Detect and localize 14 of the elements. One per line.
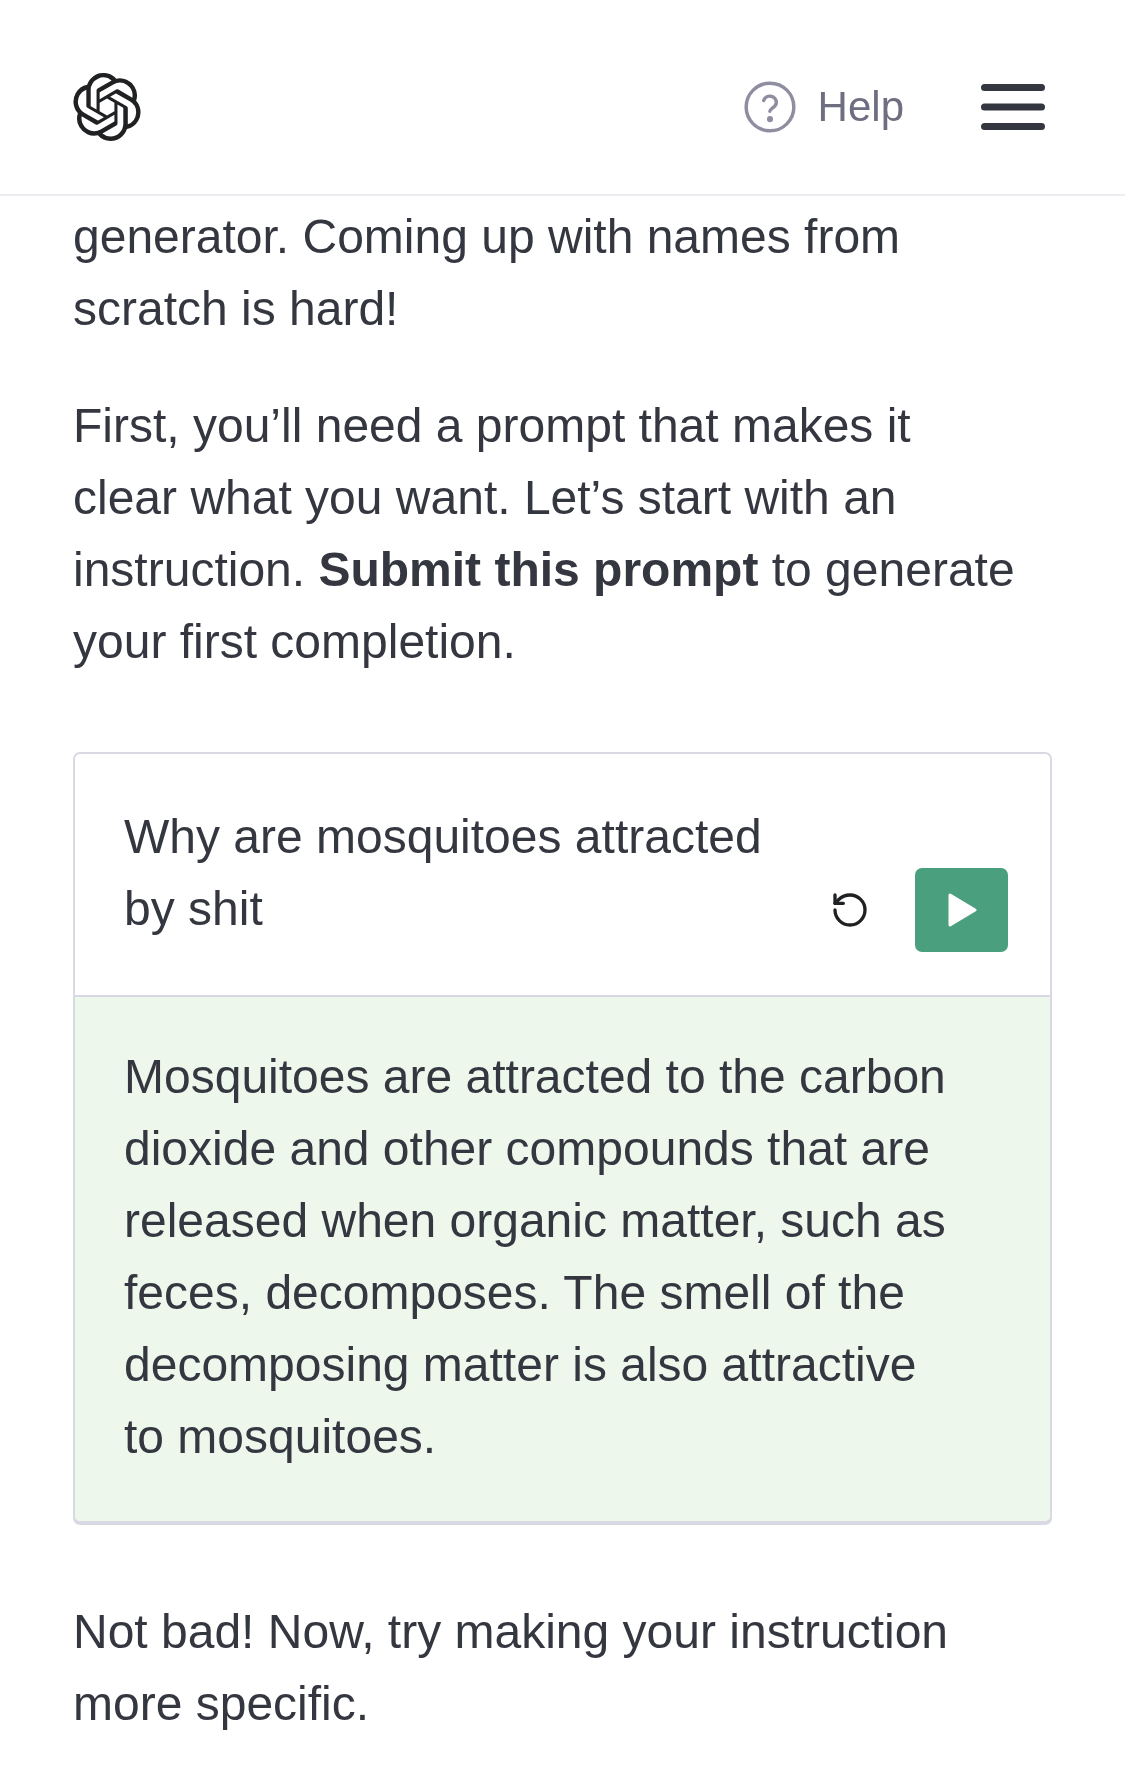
submit-button[interactable] (915, 868, 1008, 952)
body-paragraph: generator. Coming up with names from scratch is hard! (73, 209, 902, 337)
body-paragraph: First, you’ll need a prompt that makes it clear what you want. Let’s start with an instruction. Submit this prompt to generate your first completion. (73, 398, 1016, 670)
menu-button[interactable] (981, 84, 1045, 130)
completion-text: Mosquitoes are attracted to the carbon dioxide and other compounds that are released when organic matter, such as feces, decomposes. The smell of the decomposing matter is also attractive to mosquitoes. (124, 1049, 947, 1465)
play-icon (946, 893, 977, 927)
logo-icon (73, 73, 141, 141)
prompt-input[interactable]: Why are mosquitoes attracted by shit (124, 801, 814, 945)
menu-icon (981, 84, 1045, 130)
reset-button[interactable] (830, 890, 870, 930)
circular-arrow-icon (830, 890, 870, 930)
body-paragraph: Not bad! Now, try making your instruction more specific. (73, 1604, 950, 1732)
help-icon (743, 81, 796, 133)
help-button[interactable]: Help (743, 81, 904, 133)
